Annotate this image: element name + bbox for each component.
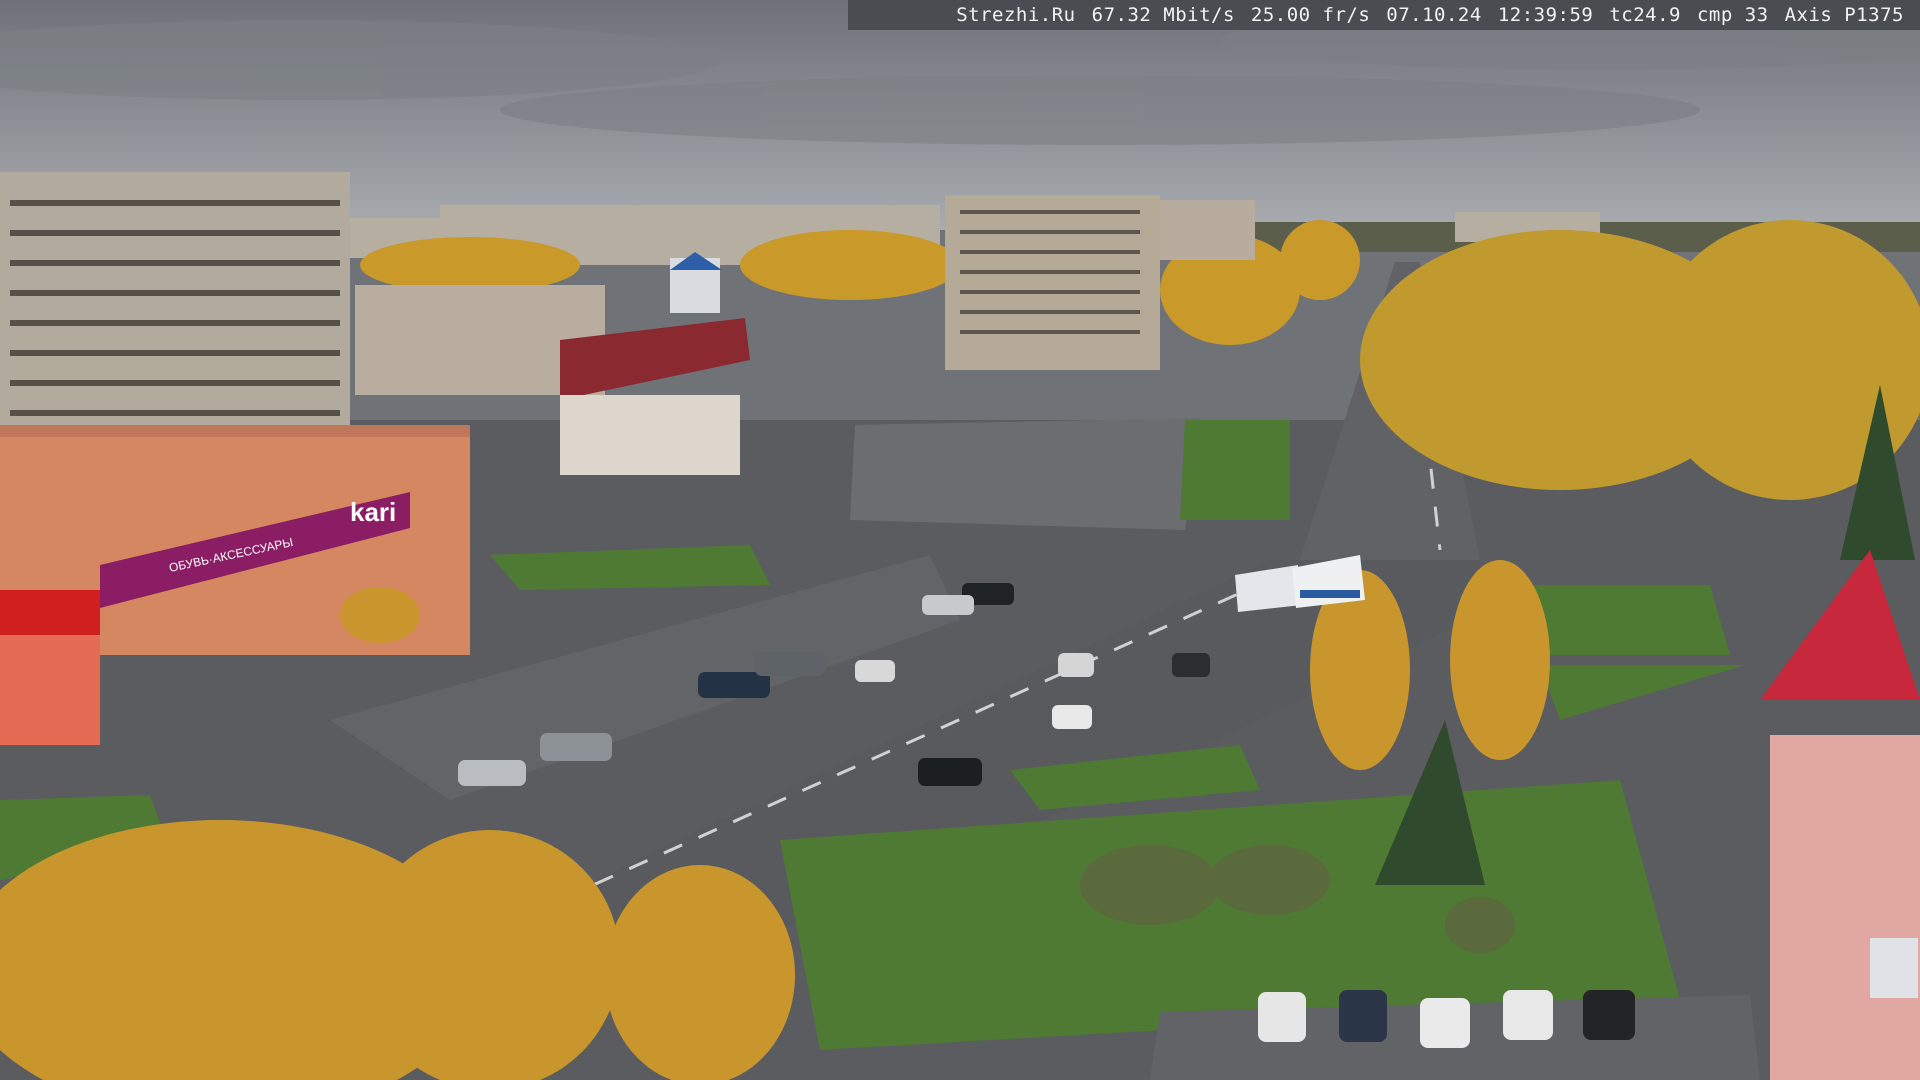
kari-sign: kari: [350, 497, 396, 527]
camera-model: Axis P1375: [1784, 4, 1904, 26]
date: 07.10.24: [1386, 4, 1482, 26]
tc-value: tc24.9: [1609, 4, 1681, 26]
central-plaza: [850, 418, 1200, 530]
tower-right-wing: [1160, 200, 1255, 260]
framerate: 25.00 fr/s: [1250, 4, 1371, 26]
site-name: Strezhi.Ru: [956, 4, 1076, 26]
cmp-value: cmp 33: [1696, 4, 1769, 26]
pink-building-window: [1870, 938, 1918, 998]
red-awning: [0, 590, 100, 635]
tall-tower: [945, 195, 1160, 370]
bitrate: 67.32 Mbit/s: [1091, 4, 1235, 26]
camera-info-overlay: Strezhi.Ru 67.32 Mbit/s 25.00 fr/s 07.10…: [848, 0, 1920, 30]
pink-building: [1770, 735, 1920, 1080]
right-birch-grove: [1360, 220, 1920, 500]
webcam-scene: kari ОБУВЬ·АКСЕССУАРЫ: [0, 0, 1920, 1080]
shopping-center-roof: [0, 425, 470, 437]
white-house: [560, 395, 740, 475]
time: 12:39:59: [1497, 4, 1594, 26]
